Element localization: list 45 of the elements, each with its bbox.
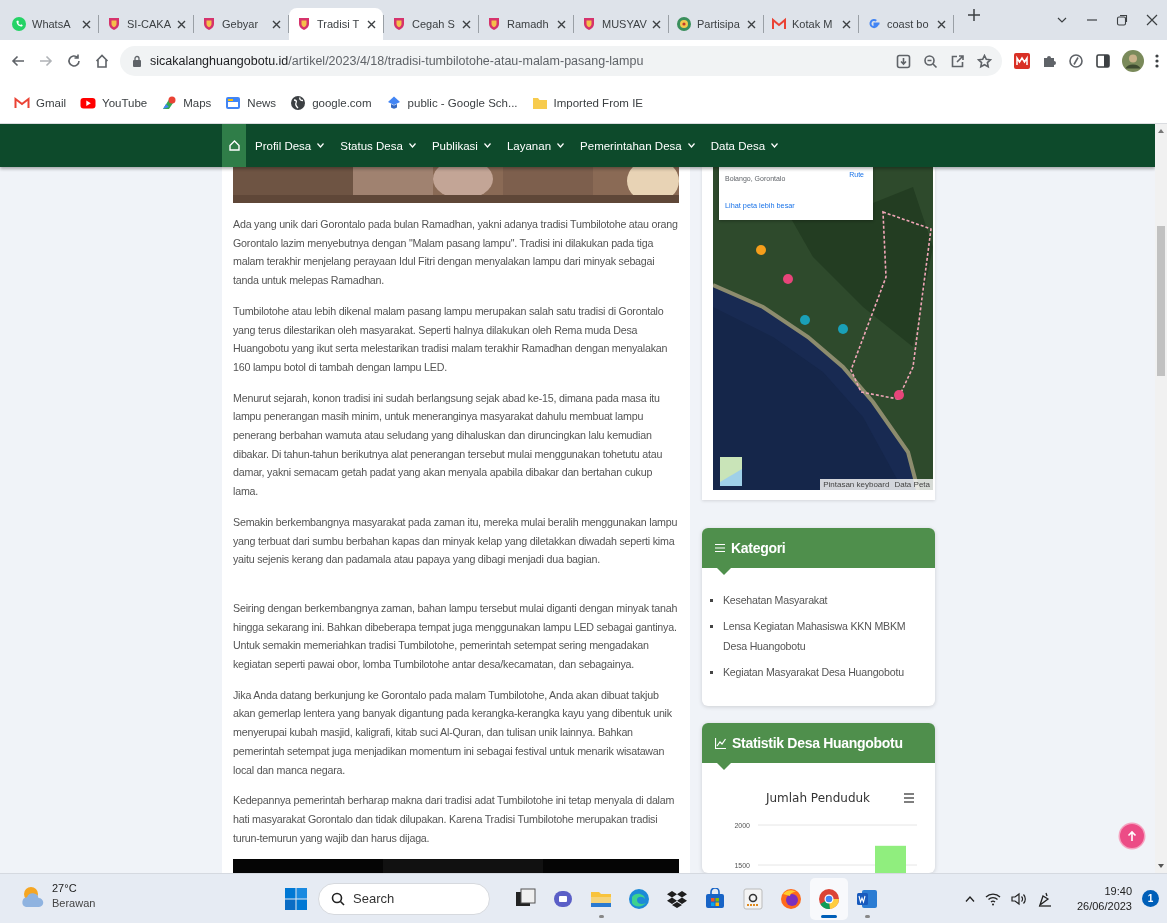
card-title: Kategori	[731, 540, 786, 556]
map-attribution-link[interactable]: Pintasan keyboard	[823, 480, 890, 489]
clock[interactable]: 19:40 26/06/2023	[1076, 883, 1132, 914]
browser-tab[interactable]: Kotak M	[764, 8, 858, 40]
nav-menu-item[interactable]: Data Desa	[701, 124, 786, 167]
nav-menu-item[interactable]: Profil Desa	[246, 124, 332, 167]
bookmark[interactable]: Gmail	[14, 92, 67, 113]
article-paragraph: Ada yang unik dari Gorontalo pada bulan Ramadhan, yakni adanya tradisi Tumbilotohe atau orang Gorontalo lazim menyebutnya dengan "Malam pasang lampu". Tradisi ini dilakukan pada tiga malam terakhir menjelang perayaan Idul Fitri dengan menyalakan lampu dari minyak sebagai tanda untuk melepas Ramadhan.	[233, 217, 679, 289]
taskbar-search-field[interactable]: Search	[318, 882, 490, 915]
nav-menu-item[interactable]: Pemerintahan Desa	[571, 124, 702, 167]
chart-title: Jumlah Penduduk	[765, 791, 871, 805]
url-text: sicakalanghuangobotu.id/artikel/2023/4/18/tradisi-tumbilotohe-atau-malam-pasang-lampu	[150, 54, 644, 68]
browser-tab[interactable]: Ramadh	[479, 8, 573, 40]
browser-tab[interactable]: Cegah S	[384, 8, 478, 40]
article-paragraph: Menurut sejarah, konon tradisi ini sudah berlangsung sejak abad ke-15, dimana pada masa itu lampu penerangan masih minim, untuk meneranginya masyarakat dahulu membuat lampu penerang berbahan wamuta atau seludang yang dihaluskan dan diruncingkan lalu kemudian dibakar. Di tahun-tahun berikutnya alat penerangan tersebut mulai menggunakan tohetutu atau damar, yakni semacam getah padat yang akan menyala apabila dibakar dan bertahan cukup lama.	[233, 390, 664, 500]
article-paragraph: Semakin berkembangnya masyarakat pada zaman itu, mereka mulai beralih menggunakan lampu yang terbuat dari sumbu berbahan kapas dan minyak kelap yang diletakkan diwadah seperti kima yaitu sejenis kerang dan padamala atau papaya yang dibagi menjadi dua bagian.	[233, 514, 679, 568]
bookmark[interactable]: Imported From IE	[531, 92, 643, 113]
weather-condition: Berawan	[52, 897, 96, 909]
nav-menu-item[interactable]: Layanan	[497, 124, 572, 167]
browser-tab[interactable]: MUSYAV	[574, 8, 668, 40]
article-paragraph: Seiring dengan berkembangnya zaman, bahan lampu tersebut mulai diganti dengan minyak tanah hingga sekarang ini. Bahkan dibeberapa tempat juga menggunakan lampu LED sebagai gantinya. Untuk semakin memeriahkan tradisi Tumbilotohe, pemerintah setempat sering mengadakan kegiatan seperti pawai obor, lomba Tumbilotohe antar desa/kecamatan, dan sebagainya.	[233, 600, 679, 673]
temperature: 27°C	[52, 882, 78, 894]
category-link[interactable]: Lensa Kegiatan Mahasiswa KKN MBKM Desa Huangobotu	[723, 616, 925, 656]
browser-tab[interactable]: SI-CAKA	[99, 8, 193, 40]
bookmark[interactable]: YouTube	[80, 92, 148, 113]
browser-tab[interactable]: Gebyar	[194, 8, 288, 40]
browser-tab[interactable]: coast bo	[859, 8, 953, 40]
map-attribution-link[interactable]: Data Peta	[894, 480, 930, 489]
bookmark[interactable]: google.com	[290, 92, 372, 113]
browser-tab[interactable]: Partisipa	[669, 8, 763, 40]
bookmark[interactable]: public - Google Sch...	[385, 92, 518, 113]
article-paragraph: Jika Anda datang berkunjung ke Gorontalo pada malam Tumbilotohe, Anda akan dibuat takjub akan gemerlap lentera yang banyak digantung pada kerangka-kerangka kayu yang dibentuk unik menyerupai kubah masjid, kaligrafi, kitab suci Al-Quran, dan tulisan unik lainnya. Bahkan pemerintah setempat juga menjadikan momentum ini sebagai festival untuk menarik wisatawan local dan manca negara.	[233, 687, 673, 778]
address-bar[interactable]: sicakalanghuangobotu.id/artikel/2023/4/18/tradisi-tumbilotohe-atau-malam-pasang-lampu	[120, 46, 1002, 76]
category-link[interactable]: Kegiatan Masyarakat Desa Huangobotu	[723, 662, 904, 682]
bookmark[interactable]: News	[225, 92, 277, 113]
browser-tab[interactable]: Tradisi T	[289, 8, 383, 40]
article-paragraph: Kedepannya pemerintah berharap makna dari tradisi adat Tumbilotohe ini tetap menyala di dalam hati masyarakat Gorontalo dan tidak dilupakan. Karena Tradisi Tumbilotohe merupakan tradisi turun-temurun yang wajib dan harus dijaga.	[233, 793, 676, 846]
article-paragraph: Tumbilotohe atau lebih dikenal malam pasang lampu merupakan salah satu tradisi di Gorontalo yang terus dilestarikan oleh masyarakat. Seperti halnya dilakukan oleh Rema muda Desa Huangobotu yang ikut serta melestarikan tradisi malam terakhir Ramadhan dengan menyalakan 160 lampu botol di tambah dengan lampu LED.	[233, 303, 669, 375]
nav-menu-item[interactable]: Status Desa	[331, 124, 423, 167]
nav-menu-item[interactable]: Publikasi	[422, 124, 498, 167]
browser-tab[interactable]: WhatsA	[4, 8, 98, 40]
notification-badge[interactable]: 1	[1142, 890, 1159, 907]
category-link[interactable]: Kesehatan Masyarakat	[723, 590, 828, 610]
card-title: Statistik Desa Huangobotu	[732, 735, 903, 751]
bookmark[interactable]: Maps	[161, 92, 212, 113]
